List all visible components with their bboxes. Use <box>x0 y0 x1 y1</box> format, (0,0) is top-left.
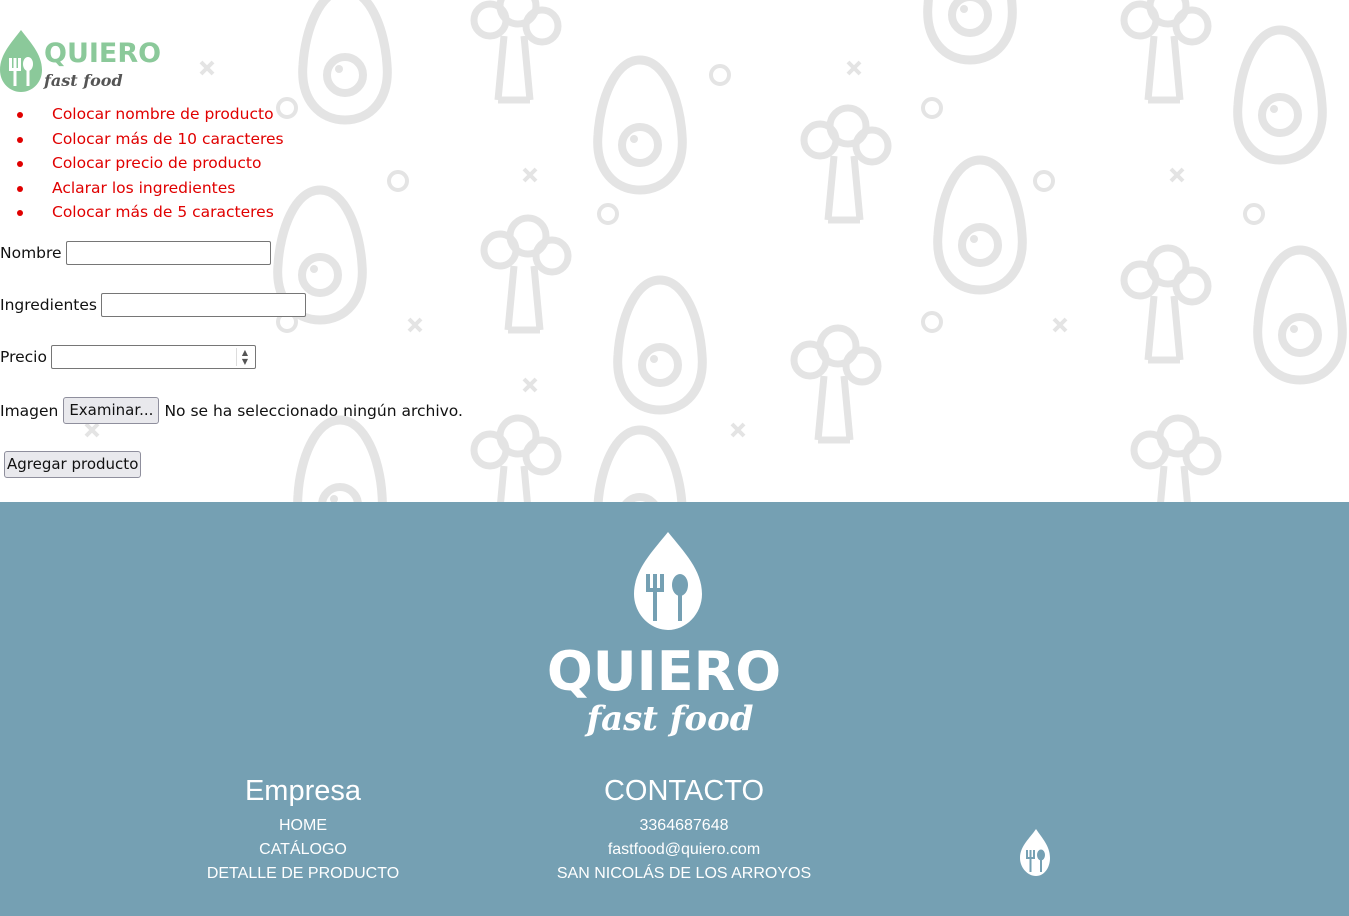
ingredientes-label: Ingredientes <box>0 296 97 314</box>
submit-row: Agregar producto <box>4 451 142 478</box>
precio-label: Precio <box>0 348 47 366</box>
error-item: Colocar nombre de producto <box>0 102 284 127</box>
file-status-text: No se ha seleccionado ningún archivo. <box>164 401 463 420</box>
footer-link-catalogo[interactable]: CATÁLOGO <box>193 838 413 862</box>
error-item: Aclarar los ingredientes <box>0 176 284 201</box>
contacto-title: CONTACTO <box>603 775 765 807</box>
imagen-row: Imagen Examinar... No se ha seleccionado … <box>0 397 463 424</box>
empresa-title: Empresa <box>244 775 362 807</box>
svg-text:fast food: fast food <box>43 71 123 90</box>
error-item: Colocar más de 5 caracteres <box>0 200 284 225</box>
error-item: Colocar más de 10 caracteres <box>0 127 284 152</box>
brand-name: QUIERO <box>44 38 161 69</box>
bullet-icon <box>17 136 23 143</box>
footer-link-detalle[interactable]: DETALLE DE PRODUCTO <box>193 862 413 886</box>
fork-spoon-drop-icon: QUIERO fast food <box>0 30 161 92</box>
svg-text:fast food: fast food <box>584 699 753 739</box>
ingredientes-row: Ingredientes <box>0 293 306 317</box>
footer-link-home[interactable]: HOME <box>193 814 413 838</box>
add-product-button[interactable]: Agregar producto <box>4 451 142 478</box>
nombre-row: Nombre <box>0 241 271 265</box>
number-spinner[interactable]: ▲ ▼ <box>235 348 253 366</box>
contact-phone: 3364687648 <box>639 817 729 834</box>
nombre-input[interactable] <box>65 241 271 265</box>
bullet-icon <box>17 210 23 216</box>
contact-address: SAN NICOLÁS DE LOS ARROYOS <box>556 865 812 882</box>
brand-name: QUIERO <box>547 640 781 703</box>
imagen-label: Imagen <box>0 401 59 420</box>
precio-row: Precio ▲ ▼ <box>0 345 256 369</box>
footer-brand-logo: QUIERO fast food <box>547 532 781 739</box>
contacto-column: CONTACTO 3364687648 fastfood@quiero.com … <box>534 774 834 886</box>
empresa-column: Empresa HOME CATÁLOGO DETALLE DE PRODUCT… <box>193 774 413 886</box>
fork-spoon-drop-icon <box>634 532 702 630</box>
bullet-icon <box>17 185 23 192</box>
ingredientes-input[interactable] <box>101 293 306 317</box>
file-browse-button[interactable]: Examinar... <box>63 397 160 424</box>
contact-email[interactable]: fastfood@quiero.com <box>534 838 834 862</box>
bullet-icon <box>17 112 23 118</box>
precio-input[interactable]: ▲ ▼ <box>50 345 256 369</box>
nombre-label: Nombre <box>0 244 62 262</box>
fork-spoon-drop-icon <box>1020 829 1050 876</box>
error-item: Colocar precio de producto <box>0 151 284 176</box>
bullet-icon <box>17 161 23 167</box>
main-content: QUIERO fast food Colocar nombre de produ… <box>0 0 1349 502</box>
error-list: Colocar nombre de producto Colocar más d… <box>0 102 284 225</box>
brand-logo[interactable]: QUIERO fast food <box>0 28 170 96</box>
footer: QUIERO fast food Empresa HOME CATÁLOGO D… <box>0 502 1349 916</box>
